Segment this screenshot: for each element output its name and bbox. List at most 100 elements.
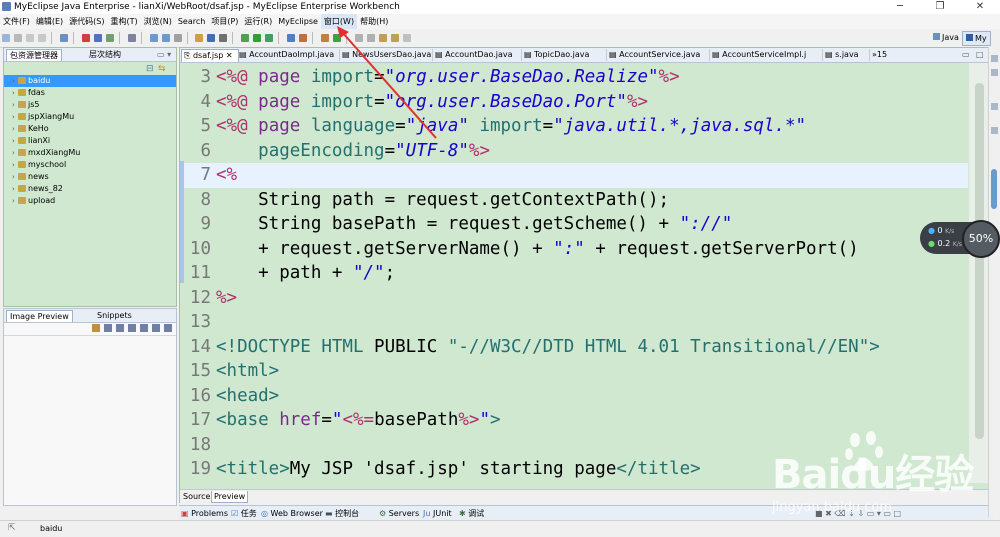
code-line[interactable]: 6 pageEncoding="UTF-8"%> — [180, 139, 968, 164]
new-icon[interactable] — [2, 34, 10, 42]
tab-topicdao[interactable]: ▤ TopicDao.java — [522, 49, 607, 61]
server-icon[interactable] — [105, 34, 114, 42]
code-line[interactable]: 4 <%@ page import="org.user.BaseDao.Port"… — [180, 90, 968, 115]
code-line[interactable]: 5 <%@ page language="java" import="java.u… — [180, 114, 968, 139]
tab-junit[interactable]: Ju JUnit — [423, 508, 452, 519]
tree-item-news[interactable]: › news — [4, 171, 176, 183]
collapse-all-icon[interactable]: ⊟ — [146, 64, 154, 74]
close-button[interactable]: ✕ — [960, 0, 1000, 14]
tree-item-mxdxiangmu[interactable]: › mxdXiangMu — [4, 147, 176, 159]
background-icon[interactable] — [164, 324, 172, 332]
link-editor-icon[interactable]: ⇆ — [158, 64, 166, 74]
code-editor[interactable]: 3 <%@ page import="org.user.BaseDao.Reali… — [180, 63, 968, 481]
zoom-reset-icon[interactable] — [128, 324, 136, 332]
tab-preview[interactable]: Preview — [211, 491, 249, 503]
new-class-icon[interactable] — [287, 34, 296, 42]
menu-project[interactable]: 项目(P) — [208, 14, 241, 29]
code-line[interactable]: 17 <base href="<%=basePath%>"> — [180, 408, 968, 433]
deploy-icon[interactable] — [93, 34, 102, 42]
tab-hierarchy[interactable]: 层次结构 — [86, 49, 124, 60]
open-task-icon[interactable] — [321, 34, 329, 42]
forward-icon[interactable] — [402, 34, 411, 42]
tree-item-baidu[interactable]: › baidu — [4, 75, 176, 87]
scrollbar-thumb[interactable] — [975, 83, 984, 439]
tab-accountdaoimpl[interactable]: ▤ AccountDaoImpl.java — [237, 49, 340, 61]
menu-help[interactable]: 帮助(H) — [357, 14, 391, 29]
code-line[interactable]: 11 + path + "/"; — [180, 261, 968, 286]
grid-icon[interactable] — [152, 324, 160, 332]
web-icon[interactable] — [173, 34, 182, 42]
code-line[interactable]: 12 %> — [180, 286, 968, 311]
rotate-icon[interactable] — [140, 324, 148, 332]
tab-s-java[interactable]: ▤ s.java — [823, 49, 870, 61]
code-line[interactable]: 7 <% — [180, 163, 968, 188]
tab-web-browser[interactable]: ◎ Web Browser — [261, 508, 323, 519]
menu-window[interactable]: 窗口(W) — [320, 14, 358, 29]
minimized-view-icon[interactable] — [991, 69, 998, 76]
run-debug-icon[interactable] — [241, 34, 250, 42]
tab-tasks[interactable]: ☑ 任务 — [231, 508, 257, 519]
tools-icon[interactable] — [219, 34, 228, 42]
save-icon[interactable] — [14, 34, 22, 42]
code-line[interactable]: 14 <!DOCTYPE HTML PUBLIC "-//W3C//DTD HTM… — [180, 335, 968, 360]
wizard2-icon[interactable] — [161, 34, 170, 42]
fast-view-icon[interactable]: ⇱ — [8, 523, 16, 533]
maximize-button[interactable]: ❐ — [920, 0, 960, 14]
tab-accountdao[interactable]: ▤ AccountDao.java — [433, 49, 522, 61]
package-icon[interactable] — [195, 34, 204, 42]
menu-refactor[interactable]: 重构(T) — [107, 14, 140, 29]
tree-item-news-82[interactable]: › news_82 — [4, 183, 176, 195]
perspective-java[interactable]: Java — [930, 31, 962, 44]
minimized-view3-icon[interactable] — [991, 127, 998, 134]
tab-image-preview[interactable]: Image Preview — [6, 310, 73, 322]
tab-problems[interactable]: ▣ Problems — [181, 508, 228, 519]
open-type-icon[interactable] — [59, 34, 68, 42]
annotation-icon[interactable] — [333, 34, 341, 42]
tab-source[interactable]: Source — [181, 491, 212, 502]
tab-package-explorer[interactable]: 包资源管理器 — [6, 49, 62, 61]
save-all-icon[interactable] — [26, 34, 34, 42]
prev-annotation-icon[interactable] — [366, 34, 375, 42]
tab-console[interactable]: ▬ 控制台 — [325, 508, 359, 519]
last-edit-icon[interactable] — [378, 34, 387, 42]
memory-percent-circle[interactable]: 50% — [962, 220, 1000, 258]
stop-icon[interactable] — [81, 34, 90, 42]
zoom-fit-icon[interactable] — [92, 324, 100, 332]
zoom-out-icon[interactable] — [116, 324, 124, 332]
menu-source[interactable]: 源代码(S) — [66, 14, 107, 29]
zoom-in-icon[interactable] — [104, 324, 112, 332]
code-line[interactable]: 16 <head> — [180, 384, 968, 409]
code-line[interactable]: 15 <html> — [180, 359, 968, 384]
minimize-button[interactable]: ─ — [880, 0, 920, 14]
code-line[interactable]: 3 <%@ page import="org.user.BaseDao.Reali… — [180, 65, 968, 90]
tree-item-myschool[interactable]: › myschool — [4, 159, 176, 171]
minimized-view2-icon[interactable] — [991, 103, 998, 110]
wizard-icon[interactable] — [149, 34, 158, 42]
next-annotation-icon[interactable] — [354, 34, 363, 42]
menu-navigate[interactable]: 浏览(N) — [141, 14, 175, 29]
tree-item-js5[interactable]: › js5 — [4, 99, 176, 111]
external-tools-icon[interactable] — [265, 34, 274, 42]
tree-item-upload[interactable]: › upload — [4, 195, 176, 207]
view-menu-icon[interactable]: ▭ ▾ — [154, 49, 174, 60]
tree-item-keho[interactable]: › KeHo — [4, 123, 176, 135]
search-icon[interactable] — [299, 34, 308, 42]
debug-icon[interactable] — [207, 34, 216, 42]
tab-dsaf-jsp[interactable]: ⎘ dsaf.jsp ✕ — [181, 49, 239, 62]
menu-file[interactable]: 文件(F) — [0, 14, 33, 29]
back-icon[interactable] — [390, 34, 399, 42]
perspective-myeclipse[interactable]: My — [962, 31, 991, 46]
tab-newsusersdao[interactable]: ▤ NewsUsersDao.java — [340, 49, 433, 61]
code-line[interactable]: 10 + request.getServerName() + ":" + req… — [180, 237, 968, 262]
tab-servers[interactable]: ⚙ Servers — [379, 508, 419, 519]
code-line[interactable]: 8 String path = request.getContextPath()… — [180, 188, 968, 213]
print-icon[interactable] — [38, 34, 46, 42]
tab-accountserviceimpl[interactable]: ▤ AccountServiceImpl.j — [710, 49, 823, 61]
menu-run[interactable]: 运行(R) — [241, 14, 275, 29]
maximize-editor-icon[interactable]: □ — [976, 50, 984, 59]
minimize-editor-icon[interactable]: ▭ — [962, 50, 970, 59]
code-line[interactable]: 9 String basePath = request.getScheme() … — [180, 212, 968, 237]
code-line[interactable]: 13 — [180, 310, 968, 335]
more-tabs-button[interactable]: »15 — [870, 49, 892, 61]
run-icon[interactable] — [253, 34, 262, 42]
